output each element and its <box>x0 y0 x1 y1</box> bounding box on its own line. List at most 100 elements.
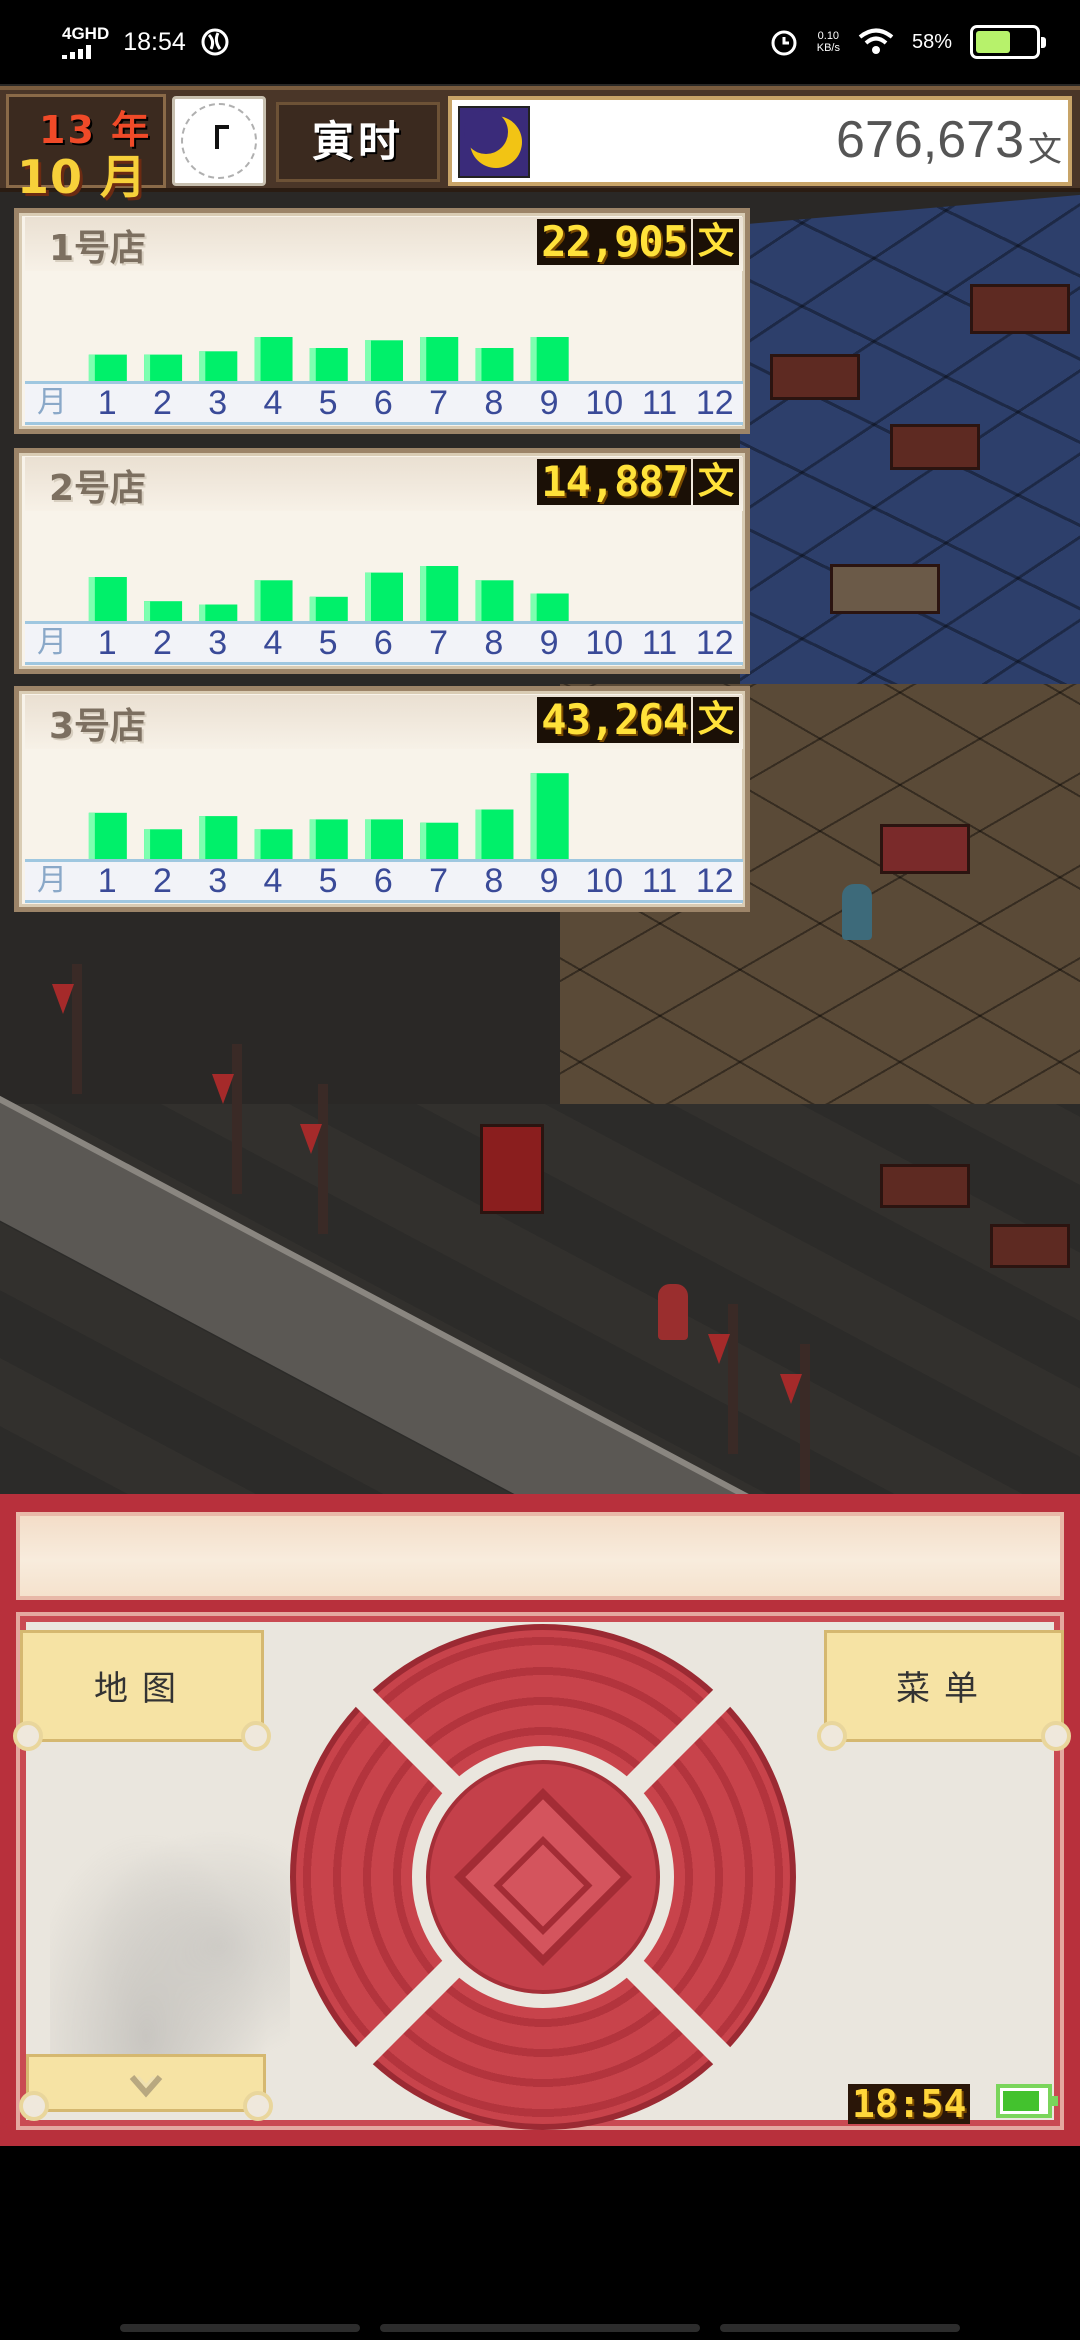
battery-level <box>976 31 1010 53</box>
month-tick-label: 1 <box>97 384 117 422</box>
month-tick-label: 11 <box>641 862 678 900</box>
bench <box>830 564 940 614</box>
flower-bed <box>880 824 970 874</box>
sales-bar-highlight <box>420 822 427 859</box>
month-axis-label: 月 <box>37 386 67 419</box>
month-tick-label: 1 <box>97 624 117 662</box>
store-total: 43,264 <box>537 697 691 743</box>
sales-bar-highlight <box>88 577 95 621</box>
dpad-center-button[interactable] <box>412 1746 674 2008</box>
staff-sprite[interactable] <box>842 884 872 940</box>
dpad-down[interactable] <box>438 2010 648 2130</box>
wifi-icon <box>858 28 894 54</box>
chevron-down-icon <box>129 2075 163 2098</box>
signal-icon <box>62 45 109 59</box>
lamp-post <box>728 1304 738 1454</box>
clock-face <box>181 103 257 179</box>
map-button[interactable]: 地图 <box>13 1630 271 1751</box>
net-speed-unit: KB/s <box>816 42 840 54</box>
sales-bar-highlight <box>254 580 261 621</box>
month-tick-label: 6 <box>373 862 393 900</box>
diamond-ornament-icon <box>453 1787 633 1967</box>
sales-bar-highlight <box>475 580 482 621</box>
lamp-post <box>318 1084 328 1234</box>
menu-button[interactable]: 菜单 <box>817 1630 1071 1751</box>
sales-bar-highlight <box>475 348 482 381</box>
month-tick-label: 12 <box>695 384 734 422</box>
net-speed-value: 0.10 <box>817 30 840 42</box>
money-display: 676,673 文 <box>448 96 1072 186</box>
clock-hand-minute <box>215 125 229 129</box>
month-tick-label: 12 <box>695 862 734 900</box>
lamp-post <box>232 1044 242 1194</box>
month-tick-label: 5 <box>318 624 338 662</box>
sales-bar-highlight <box>199 816 206 859</box>
sales-bar-highlight <box>309 819 316 859</box>
banner-flag <box>300 1124 322 1154</box>
money-unit: 文 <box>1028 130 1062 170</box>
month-tick-label: 4 <box>263 384 283 422</box>
dpad-right[interactable] <box>676 1772 796 1982</box>
month-tick-label: 10 <box>585 384 624 422</box>
month-tick-label: 4 <box>263 624 283 662</box>
nav-hint[interactable] <box>720 2324 960 2332</box>
nav-hint[interactable] <box>120 2324 360 2332</box>
sales-bar-highlight <box>254 829 261 859</box>
moon-shadow <box>464 110 508 154</box>
sales-chart <box>88 566 569 621</box>
month-tick-label: 11 <box>641 624 678 662</box>
month-tick-label: 3 <box>208 624 228 662</box>
month-tick-label: 3 <box>208 384 228 422</box>
month-tick-label: 3 <box>208 862 228 900</box>
month-tick-label: 9 <box>539 384 559 422</box>
status-time: 18:54 <box>123 27 186 56</box>
sales-bar-highlight <box>365 572 371 621</box>
customer-sprite[interactable] <box>658 1284 688 1340</box>
banner-flag <box>52 984 74 1014</box>
month-tick-label: 8 <box>484 624 504 662</box>
store-panel-3[interactable]: 3号店 43,264 文 月 1 2 3 4 5 6 7 8 9 10 11 12 <box>14 686 750 912</box>
banner-flag <box>212 1074 234 1104</box>
store-unit: 文 <box>693 697 739 743</box>
month-tick-label: 2 <box>152 384 172 422</box>
store-name: 2号店 <box>49 468 147 509</box>
clock-hand-hour <box>215 127 219 149</box>
message-strip <box>16 1512 1064 1600</box>
month-axis: 月 1 2 3 4 5 6 7 8 9 10 11 12 <box>25 621 743 665</box>
table <box>770 354 860 400</box>
month-axis-label: 月 <box>37 626 67 659</box>
nav-hint[interactable] <box>380 2324 700 2332</box>
direction-pad[interactable] <box>290 1624 796 2130</box>
dpad-up[interactable] <box>438 1624 648 1744</box>
alarm-icon <box>771 30 797 56</box>
banner-flag <box>708 1334 730 1364</box>
lamp-post <box>800 1344 810 1494</box>
month-tick-label: 9 <box>539 862 559 900</box>
store-panel-1[interactable]: 1号店 22,905 文 月 1 2 3 4 5 6 7 8 9 10 11 12 <box>14 208 750 434</box>
sales-bar-highlight <box>144 601 151 621</box>
month-axis: 月 1 2 3 4 5 6 7 8 9 10 11 12 <box>25 381 743 425</box>
hud-bar: 13 年 10 月 寅时 676,673 文 <box>0 86 1080 204</box>
collapse-button[interactable] <box>19 2054 273 2121</box>
month-tick-label: 6 <box>373 384 393 422</box>
date-display: 13 年 10 月 <box>6 94 166 204</box>
table <box>880 1164 970 1208</box>
sales-bar-highlight <box>88 812 95 859</box>
net-speed: 0.10 KB/s <box>817 30 840 54</box>
sales-bar-highlight <box>530 593 537 621</box>
month-tick-label: 10 <box>585 862 624 900</box>
month-tick-label: 1 <box>97 862 117 900</box>
device-battery-fill <box>1003 2091 1039 2111</box>
sales-bar-highlight <box>420 566 427 621</box>
month-axis: 月 1 2 3 4 5 6 7 8 9 10 11 12 <box>25 859 743 903</box>
sales-bar-highlight <box>199 351 206 381</box>
month-tick-label: 2 <box>152 624 172 662</box>
table <box>890 424 980 470</box>
battery-percent: 58% <box>911 30 952 53</box>
battery-icon <box>970 25 1046 59</box>
dpad-left[interactable] <box>290 1772 410 1982</box>
sales-bar-highlight <box>199 604 206 621</box>
store-panel-2[interactable]: 2号店 14,887 文 月 1 2 3 4 5 6 7 8 9 10 11 12 <box>14 448 750 674</box>
sales-bar-highlight <box>530 773 537 859</box>
month-tick-label: 2 <box>152 862 172 900</box>
